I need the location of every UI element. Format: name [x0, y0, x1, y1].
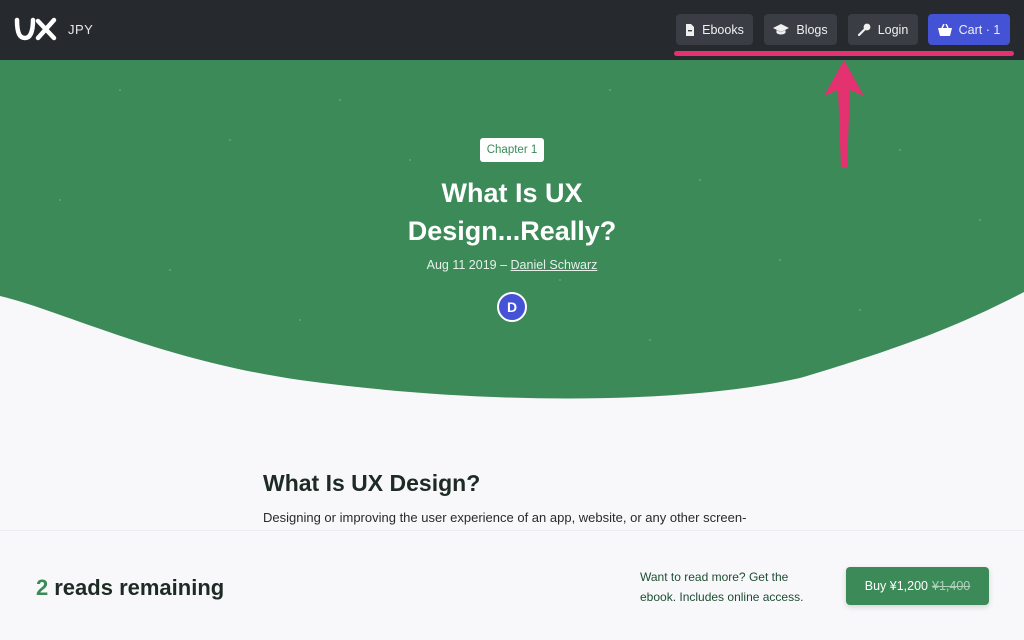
paywall-bar: 2 reads remaining Want to read more? Get …: [0, 530, 1024, 640]
title-line-1: What Is UX: [441, 178, 583, 208]
byline: Aug 11 2019 – Daniel Schwarz: [312, 258, 712, 272]
ux-logo[interactable]: [14, 14, 58, 44]
basket-icon: [937, 23, 952, 36]
ebook-promo-text: Want to read more? Get the ebook. Includ…: [640, 570, 804, 604]
cart-label: Cart · 1: [958, 22, 1001, 37]
graduation-cap-icon: [773, 24, 790, 35]
ebooks-label: Ebooks: [702, 22, 744, 37]
login-label: Login: [877, 22, 909, 37]
reads-label: reads remaining: [54, 575, 225, 600]
reads-remaining: 2 reads remaining: [36, 575, 224, 601]
old-price: ¥1,400: [932, 579, 971, 593]
chapter-badge: Chapter 1: [480, 138, 544, 162]
buy-ebook-button[interactable]: Buy ¥1,200 ¥1,400: [846, 567, 989, 605]
cart-button[interactable]: Cart · 1: [928, 14, 1010, 45]
author-link[interactable]: Daniel Schwarz: [511, 258, 598, 272]
currency-selector[interactable]: JPY: [68, 22, 93, 37]
author-avatar[interactable]: D: [497, 292, 527, 322]
page-title: What Is UX Design...Really?: [312, 174, 712, 250]
article-intro: Designing or improving the user experien…: [263, 510, 747, 525]
blogs-button[interactable]: Blogs: [764, 14, 837, 45]
article-heading: What Is UX Design?: [263, 470, 481, 496]
title-line-2: Design...Really?: [407, 216, 617, 246]
blogs-label: Blogs: [796, 22, 828, 37]
buy-price: Buy ¥1,200: [864, 579, 928, 593]
reads-count: 2: [36, 575, 49, 600]
key-icon: [857, 23, 871, 36]
annotation-arrow: [824, 60, 864, 168]
publish-date: Aug 11 2019 –: [426, 258, 508, 272]
ebooks-button[interactable]: Ebooks: [676, 14, 753, 45]
login-button[interactable]: Login: [848, 14, 918, 45]
pdf-file-icon: [686, 23, 695, 36]
